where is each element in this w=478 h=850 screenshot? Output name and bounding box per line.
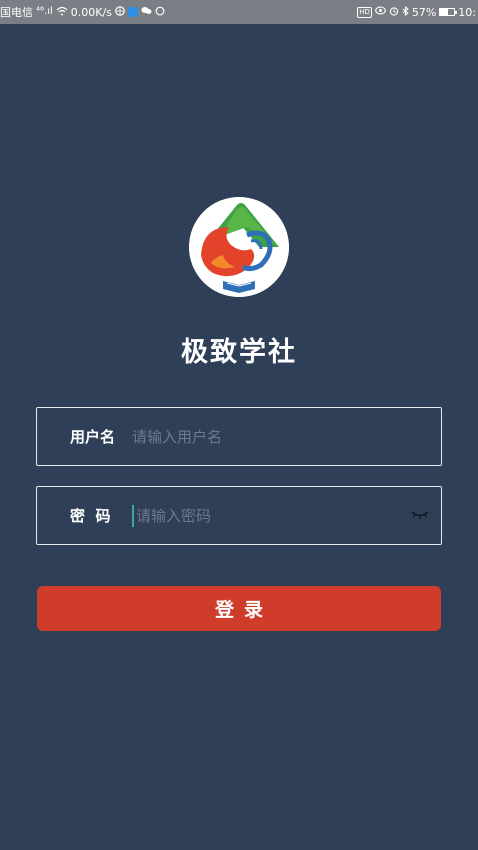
status-bar-left: 国电信 ⁴⁶.ıl 0.00K/s — [0, 4, 165, 20]
eye-closed-icon[interactable] — [411, 509, 429, 521]
logo-icon — [189, 197, 289, 297]
login-button[interactable]: 登录 — [37, 586, 441, 631]
password-label: 密 码 — [70, 507, 111, 525]
battery-icon — [439, 8, 458, 16]
status-bar-right: HD 57% 10: — [357, 5, 476, 19]
text-caret — [132, 504, 134, 527]
net-speed-text: 0.00K/s — [70, 5, 112, 19]
app-title: 极致学社 — [181, 337, 297, 368]
bluetooth-icon — [402, 5, 409, 19]
app-logo — [189, 197, 289, 297]
globe-app-icon — [115, 5, 125, 19]
password-input[interactable] — [136, 500, 406, 531]
carrier-text: 国电信 — [0, 6, 33, 19]
alarm-icon — [389, 6, 399, 19]
wechat-icon — [141, 6, 152, 18]
signal-icon: ⁴⁶.ıl — [36, 6, 53, 17]
password-field[interactable]: 密 码 — [36, 486, 442, 545]
username-field[interactable]: 用户名 — [36, 407, 442, 466]
status-bar: 国电信 ⁴⁶.ıl 0.00K/s HD 57% 10: — [0, 0, 478, 24]
username-input[interactable] — [132, 421, 402, 452]
wifi-icon — [56, 6, 68, 19]
username-label: 用户名 — [70, 428, 116, 446]
blue-app-icon — [127, 7, 138, 17]
battery-percent: 57% — [411, 5, 437, 19]
sync-icon — [155, 6, 165, 19]
hd-badge: HD — [357, 6, 372, 18]
clock-text: 10: — [458, 5, 476, 19]
eye-status-icon — [374, 6, 386, 18]
